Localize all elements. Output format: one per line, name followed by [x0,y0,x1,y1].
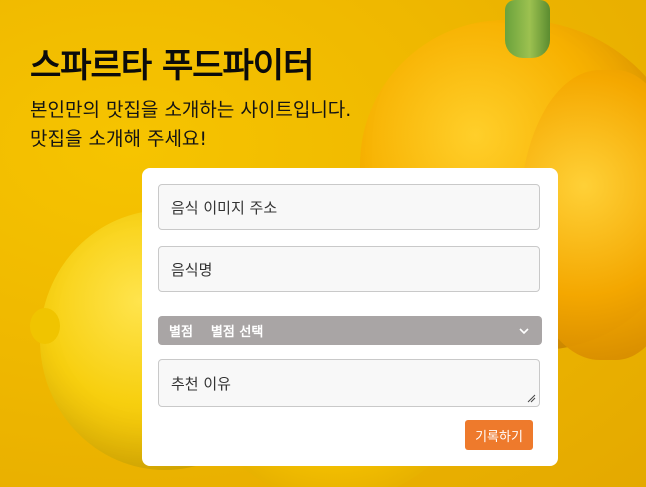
rating-select[interactable]: 별점 별점 선택 [158,316,542,345]
description-line-1: 본인만의 맛집을 소개하는 사이트입니다. [30,99,352,121]
reason-placeholder: 추천 이유 [171,374,231,393]
submit-button[interactable]: 기록하기 [465,420,533,450]
image-url-placeholder: 음식 이미지 주소 [171,198,278,217]
page-description: 본인만의 맛집을 소개하는 사이트입니다. 맛집을 소개해 주세요! [30,96,351,154]
rating-label: 별점 [169,325,193,340]
page-title: 스파르타 푸드파이터 [30,46,314,86]
chevron-down-icon [519,327,529,334]
image-url-input[interactable]: 음식 이미지 주소 [158,184,540,230]
reason-textarea[interactable]: 추천 이유 [158,359,540,407]
food-name-input[interactable]: 음식명 [158,246,540,292]
rating-selected-value: 별점 선택 [210,325,264,340]
review-form-card: 음식 이미지 주소 음식명 별점 별점 선택 추천 이유 기록하기 [142,168,558,466]
description-line-2: 맛집을 소개해 주세요! [30,128,208,150]
food-name-placeholder: 음식명 [171,260,213,279]
resize-handle-icon[interactable] [526,393,536,403]
lemon-tip-image [30,308,60,344]
pepper-stem-image [505,0,550,58]
